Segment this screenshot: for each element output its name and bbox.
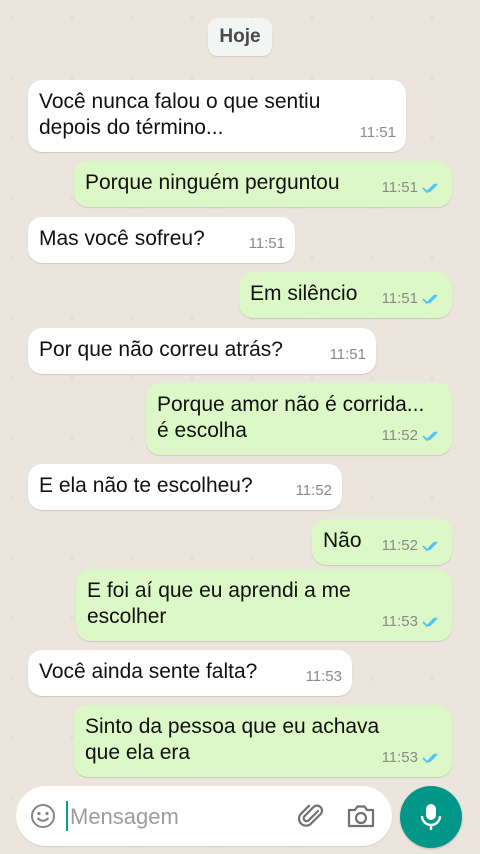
text-caret bbox=[66, 801, 68, 831]
read-ticks-icon bbox=[422, 183, 438, 194]
composer-bar: Mensagem bbox=[0, 780, 480, 854]
message-bubble-outgoing[interactable]: Porque ninguém perguntou 11:51 bbox=[74, 161, 452, 207]
camera-icon[interactable] bbox=[346, 802, 376, 830]
message-time: 11:51 bbox=[381, 179, 418, 196]
microphone-icon bbox=[420, 804, 442, 830]
microphone-button[interactable] bbox=[400, 786, 462, 848]
message-bubble-outgoing[interactable]: Porque amor não é corrida... é escolha 1… bbox=[146, 383, 452, 455]
message-bubble-incoming[interactable]: Você nunca falou o que sentiu depois do … bbox=[28, 80, 406, 152]
message-bubble-incoming[interactable]: E ela não te escolheu? 11:52 bbox=[28, 464, 342, 510]
paperclip-icon[interactable] bbox=[298, 802, 326, 830]
message-time: 11:52 bbox=[295, 482, 332, 499]
message-time: 11:51 bbox=[329, 346, 366, 363]
message-time: 11:53 bbox=[305, 668, 342, 685]
message-text: E foi aí que eu aprendi a me escolher bbox=[87, 579, 351, 628]
message-bubble-outgoing[interactable]: E foi aí que eu aprendi a me escolher 11… bbox=[76, 569, 452, 641]
message-text: Não bbox=[323, 529, 362, 552]
message-text: Você ainda sente falta? bbox=[39, 660, 258, 683]
emoji-icon[interactable] bbox=[30, 803, 56, 829]
message-text: Mas você sofreu? bbox=[39, 227, 205, 250]
message-bubble-outgoing[interactable]: Não 11:52 bbox=[312, 519, 452, 565]
message-time: 11:52 bbox=[381, 427, 418, 444]
read-ticks-icon bbox=[422, 753, 438, 764]
message-bubble-incoming[interactable]: Você ainda sente falta? 11:53 bbox=[28, 650, 352, 696]
chat-area: Hoje Você nunca falou o que sentiu depoi… bbox=[0, 0, 480, 780]
date-chip: Hoje bbox=[208, 18, 272, 56]
message-time: 11:52 bbox=[381, 537, 418, 554]
read-ticks-icon bbox=[422, 431, 438, 442]
read-ticks-icon bbox=[422, 294, 438, 305]
message-bubble-outgoing[interactable]: Em silêncio 11:51 bbox=[239, 272, 452, 318]
message-time: 11:53 bbox=[381, 749, 418, 766]
message-time: 11:51 bbox=[359, 124, 396, 141]
message-bubble-incoming[interactable]: Por que não correu atrás? 11:51 bbox=[28, 328, 376, 374]
message-time: 11:51 bbox=[381, 290, 418, 307]
message-text: Porque ninguém perguntou bbox=[85, 171, 340, 194]
message-input-pill: Mensagem bbox=[16, 786, 392, 846]
message-text: Você nunca falou o que sentiu depois do … bbox=[39, 90, 321, 139]
message-text: E ela não te escolheu? bbox=[39, 474, 253, 497]
message-bubble-outgoing[interactable]: Sinto da pessoa que eu achava que ela er… bbox=[74, 705, 452, 777]
message-time: 11:53 bbox=[381, 613, 418, 630]
message-text: Sinto da pessoa que eu achava que ela er… bbox=[85, 715, 380, 764]
message-text: Em silêncio bbox=[250, 282, 358, 305]
message-bubble-incoming[interactable]: Mas você sofreu? 11:51 bbox=[28, 217, 295, 263]
message-time: 11:51 bbox=[248, 235, 285, 252]
message-input[interactable]: Mensagem bbox=[70, 804, 179, 830]
message-text: Por que não correu atrás? bbox=[39, 338, 283, 361]
read-ticks-icon bbox=[422, 617, 438, 628]
read-ticks-icon bbox=[422, 541, 438, 552]
